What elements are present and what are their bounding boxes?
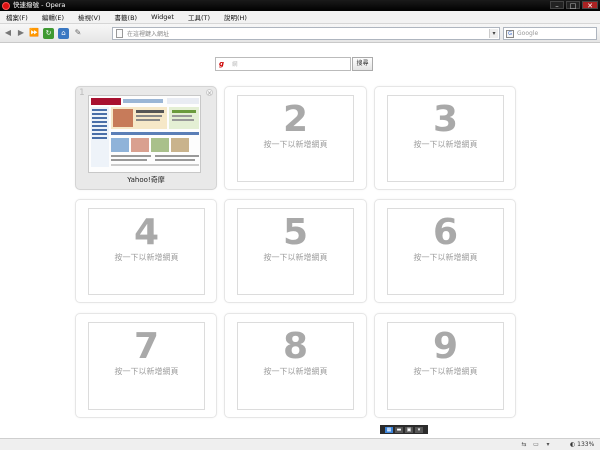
background-icon[interactable]: ▬ [395,426,403,433]
speed-dial-3[interactable]: 3 按一下以新增網頁 [374,86,516,190]
opera-window: 快速撥號 - Opera – □ ✕ 檔案(F) 編輯(E) 檢視(V) 書籤(… [0,0,600,450]
speed-dial-7[interactable]: 7 按一下以新增網頁 [75,313,217,418]
google-icon: g [219,60,225,68]
page-icon [116,29,123,38]
dial-hint: 按一下以新增網頁 [263,140,328,149]
maximize-button[interactable]: □ [566,1,580,10]
fast-forward-icon[interactable]: ⏩ [29,28,39,38]
dial-placeholder: 9 按一下以新增網頁 [387,322,504,410]
address-placeholder: 在這裡鍵入網址 [127,31,170,38]
search-field[interactable]: G Google [503,27,597,40]
minimize-button[interactable]: – [550,1,564,10]
speed-dial-search-input[interactable]: g 網 [215,57,351,71]
address-field[interactable]: 在這裡鍵入網址 ▾ [112,27,500,40]
dial-number: 5 [282,212,309,253]
dial-number: 7 [133,326,160,367]
more-options-icon[interactable]: ▾ [415,426,423,433]
dial-hint: 按一下以新增網頁 [263,253,328,262]
opera-logo-icon [2,1,10,10]
speed-dial-2[interactable]: 2 按一下以新增網頁 [224,86,367,190]
navigation-toolbar: ◀ ▶ ⏩ ↻ ⌂ ✎ 在這裡鍵入網址 ▾ G Google [0,24,600,43]
home-icon[interactable]: ⌂ [58,27,69,39]
menu-edit[interactable]: 編輯(E) [42,12,64,22]
dropdown-icon[interactable]: ▾ [544,441,552,448]
speed-dial-5[interactable]: 5 按一下以新增網頁 [224,199,367,303]
dial-index: 1 [79,88,85,98]
zoom-level[interactable]: ◐ 133% [570,441,594,448]
dial-hint: 按一下以新增網頁 [263,367,328,376]
yahoo-thumbnail [88,95,201,173]
dial-number: 9 [432,326,459,367]
reload-icon[interactable]: ↻ [43,27,54,39]
dial-placeholder: 7 按一下以新增網頁 [88,322,205,410]
dial-hint: 按一下以新增網頁 [114,253,179,262]
menu-widget[interactable]: Widget [151,13,174,21]
page-thumbnail-image [89,96,200,172]
close-icon[interactable]: × [206,89,213,97]
speed-dial-8[interactable]: 8 按一下以新增網頁 [224,313,367,418]
menu-bar: 檔案(F) 編輯(E) 檢視(V) 書籤(B) Widget 工具(T) 說明(… [0,11,600,24]
address-dropdown-icon[interactable]: ▾ [489,29,498,38]
menu-file[interactable]: 檔案(F) [6,12,28,22]
dial-hint: 按一下以新增網頁 [114,367,179,376]
grid-view-icon[interactable]: ▦ [385,426,393,433]
search-engine-icon[interactable]: G [506,29,514,38]
dial-placeholder: 6 按一下以新增網頁 [387,208,504,295]
menu-help[interactable]: 說明(H) [224,12,247,22]
search-placeholder: 網 [232,62,238,68]
dial-placeholder: 3 按一下以新增網頁 [387,95,504,182]
status-icons: ⇆ ▭ ▾ [520,441,552,448]
menu-view[interactable]: 檢視(V) [78,12,101,22]
configure-icon[interactable]: ▣ [405,426,413,433]
speed-dial-page: g 網 搜尋 1 × Yahoo!奇摩 2 按一下以新增網頁 3 按一下以新增網… [0,44,600,438]
dial-number: 8 [282,326,309,367]
search-engine-label: Google [517,30,539,37]
status-bar: ⇆ ▭ ▾ ◐ 133% [0,438,600,450]
window-controls: – □ ✕ [550,1,598,10]
network-icon[interactable]: ⇆ [520,441,528,448]
speed-dial-6[interactable]: 6 按一下以新增網頁 [374,199,516,303]
dial-hint: 按一下以新增網頁 [413,140,478,149]
search-button[interactable]: 搜尋 [352,57,373,71]
speed-dial-controls: ▦ ▬ ▣ ▾ [380,425,428,434]
title-bar: 快速撥號 - Opera – □ ✕ [0,0,600,11]
dial-placeholder: 2 按一下以新增網頁 [237,95,354,182]
dial-hint: 按一下以新增網頁 [413,367,478,376]
dial-label: Yahoo!奇摩 [127,176,165,184]
dial-number: 3 [432,99,459,140]
dial-number: 6 [432,212,459,253]
menu-bookmarks[interactable]: 書籤(B) [115,12,138,22]
back-icon[interactable]: ◀ [3,28,13,38]
speed-dial-4[interactable]: 4 按一下以新增網頁 [75,199,217,303]
view-icon[interactable]: ▭ [532,441,540,448]
close-button[interactable]: ✕ [582,1,598,10]
menu-tools[interactable]: 工具(T) [188,12,210,22]
wand-icon[interactable]: ✎ [73,28,83,38]
forward-icon[interactable]: ▶ [16,28,26,38]
window-title: 快速撥號 - Opera [13,1,66,9]
speed-dial-1[interactable]: 1 × Yahoo!奇摩 [75,86,217,190]
dial-placeholder: 8 按一下以新增網頁 [237,322,354,410]
dial-placeholder: 5 按一下以新增網頁 [237,208,354,295]
dial-number: 2 [282,99,309,140]
dial-placeholder: 4 按一下以新增網頁 [88,208,205,295]
dial-hint: 按一下以新增網頁 [413,253,478,262]
speed-dial-9[interactable]: 9 按一下以新增網頁 [374,313,516,418]
dial-number: 4 [133,212,160,253]
